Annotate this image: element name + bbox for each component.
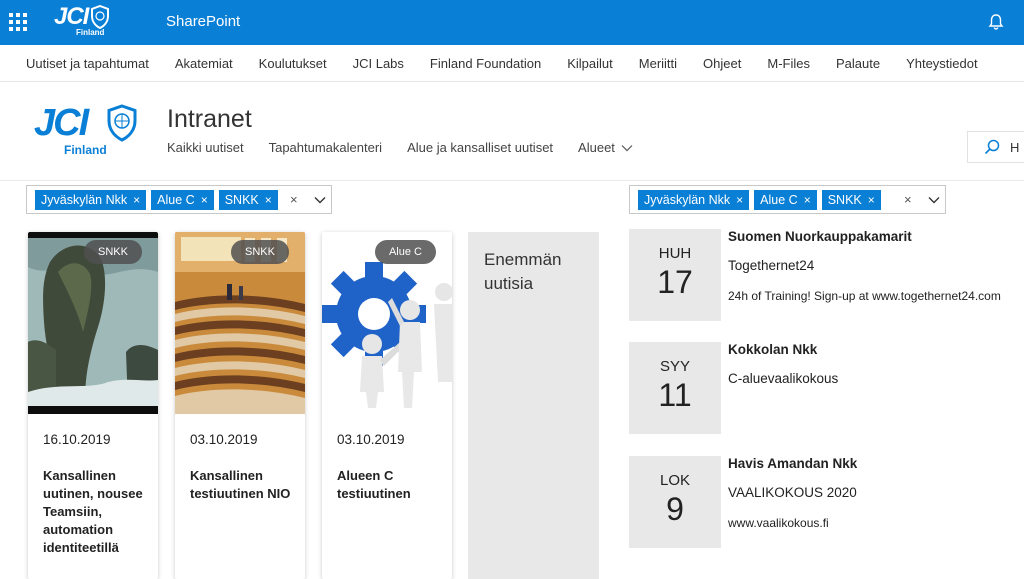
clear-filter-button[interactable]: × bbox=[290, 192, 298, 207]
news-filter-chip-alue-c: Alue C × bbox=[151, 189, 214, 210]
chip-label: Jyväskylän Nkk bbox=[644, 192, 731, 207]
event-item[interactable]: HUH 17 Suomen Nuorkauppakamarit Together… bbox=[629, 229, 1024, 321]
sharepoint-link[interactable]: SharePoint bbox=[166, 13, 240, 30]
search-placeholder: H bbox=[1010, 139, 1020, 155]
hub-nav-kilpailut[interactable]: Kilpailut bbox=[567, 56, 613, 71]
news-filter-chip-jyvaskyla: Jyväskylän Nkk × bbox=[35, 189, 147, 210]
event-item[interactable]: SYY 11 Kokkolan Nkk C-aluevaalikokous bbox=[629, 342, 1024, 434]
chip-label: SNKK bbox=[224, 192, 259, 207]
event-date-box: SYY 11 bbox=[629, 342, 721, 434]
chip-label: SNKK bbox=[827, 192, 862, 207]
chevron-down-icon bbox=[621, 144, 633, 151]
hub-nav-ohjeet[interactable]: Ohjeet bbox=[703, 56, 741, 71]
remove-chip-icon[interactable]: × bbox=[868, 190, 875, 210]
category-badge: Alue C bbox=[374, 240, 436, 264]
hub-navigation: Uutiset ja tapahtumat Akatemiat Koulutuk… bbox=[0, 45, 1024, 82]
shield-icon bbox=[91, 5, 110, 29]
event-month: HUH bbox=[658, 245, 692, 262]
chip-label: Alue C bbox=[760, 192, 798, 207]
chevron-down-icon[interactable] bbox=[928, 196, 940, 204]
event-date-box: HUH 17 bbox=[629, 229, 721, 321]
site-navigation: Kaikki uutiset Tapahtumakalenteri Alue j… bbox=[167, 140, 658, 155]
event-day: 11 bbox=[658, 377, 692, 413]
event-day: 9 bbox=[666, 491, 684, 527]
hub-nav-uutiset[interactable]: Uutiset ja tapahtumat bbox=[26, 56, 149, 71]
news-title[interactable]: Kansallinen testiuutinen NIO bbox=[190, 467, 298, 503]
hub-nav-koulutukset[interactable]: Koulutukset bbox=[259, 56, 327, 71]
news-card[interactable]: Alue C 03.10.2019 Alueen C testiuutinen bbox=[322, 232, 452, 579]
event-title[interactable]: Togethernet24 bbox=[728, 258, 814, 273]
news-filter-chip-snkk: SNKK × bbox=[218, 189, 278, 210]
events-filter-chip-snkk: SNKK × bbox=[821, 189, 881, 210]
hub-nav-finland-foundation[interactable]: Finland Foundation bbox=[430, 56, 541, 71]
event-organizer: Suomen Nuorkauppakamarit bbox=[728, 229, 912, 244]
event-item[interactable]: LOK 9 Havis Amandan Nkk VAALIKOKOUS 2020… bbox=[629, 456, 1024, 548]
events-filter[interactable]: Jyväskylän Nkk × Alue C × SNKK × × bbox=[629, 185, 946, 214]
hub-nav-meriitti[interactable]: Meriitti bbox=[639, 56, 677, 71]
hub-nav-akatemiat[interactable]: Akatemiat bbox=[175, 56, 233, 71]
site-nav-alueet[interactable]: Alueet bbox=[578, 140, 633, 155]
news-date: 03.10.2019 bbox=[337, 432, 405, 447]
search-box[interactable]: H bbox=[967, 131, 1024, 163]
clear-filter-button[interactable]: × bbox=[904, 192, 912, 207]
event-month: LOK bbox=[659, 472, 690, 489]
more-news-label: Enemmän uutisia bbox=[484, 250, 562, 293]
chip-label: Alue C bbox=[157, 192, 195, 207]
events-filter-chip-jyvaskyla: Jyväskylän Nkk × bbox=[638, 189, 750, 210]
event-organizer: Kokkolan Nkk bbox=[728, 342, 818, 357]
category-badge: SNKK bbox=[84, 240, 142, 264]
site-title[interactable]: Intranet bbox=[167, 105, 252, 134]
events-filter-chip-alue-c: Alue C × bbox=[754, 189, 817, 210]
site-nav-kaikki-uutiset[interactable]: Kaikki uutiset bbox=[167, 140, 244, 155]
news-date: 03.10.2019 bbox=[190, 432, 258, 447]
chip-label: Jyväskylän Nkk bbox=[41, 192, 128, 207]
hub-nav-m-files[interactable]: M-Files bbox=[767, 56, 810, 71]
more-news-tile[interactable]: Enemmän uutisia bbox=[468, 232, 599, 579]
news-title[interactable]: Alueen C testiuutinen bbox=[337, 467, 445, 503]
bell-icon[interactable] bbox=[987, 13, 1005, 31]
event-title[interactable]: VAALIKOKOUS 2020 bbox=[728, 485, 857, 500]
hub-nav-yhteystiedot[interactable]: Yhteystiedot bbox=[906, 56, 978, 71]
event-location: 24h of Training! Sign-up at www.together… bbox=[728, 289, 1001, 303]
site-logo-sub: Finland bbox=[64, 143, 107, 157]
remove-chip-icon[interactable]: × bbox=[265, 190, 272, 210]
event-day: 17 bbox=[657, 264, 693, 300]
site-nav-alue-ja-kansalliset[interactable]: Alue ja kansalliset uutiset bbox=[407, 140, 553, 155]
site-logo[interactable]: JCI Finland bbox=[34, 104, 144, 160]
category-badge: SNKK bbox=[231, 240, 289, 264]
event-organizer: Havis Amandan Nkk bbox=[728, 456, 858, 471]
news-filter[interactable]: Jyväskylän Nkk × Alue C × SNKK × × bbox=[26, 185, 332, 214]
chevron-down-icon[interactable] bbox=[314, 196, 326, 204]
hub-nav-palaute[interactable]: Palaute bbox=[836, 56, 880, 71]
news-card[interactable]: SNKK 16.10.2019 Kansallinen uutinen, nou… bbox=[28, 232, 158, 579]
app-launcher-icon[interactable] bbox=[9, 13, 27, 31]
site-logo-text: JCI bbox=[34, 102, 89, 144]
event-title[interactable]: C-aluevaalikokous bbox=[728, 371, 838, 386]
shield-icon bbox=[107, 104, 137, 142]
event-month: SYY bbox=[659, 358, 690, 375]
hub-nav-jci-labs[interactable]: JCI Labs bbox=[353, 56, 404, 71]
remove-chip-icon[interactable]: × bbox=[804, 190, 811, 210]
news-title[interactable]: Kansallinen uutinen, nousee Teamsiin, au… bbox=[43, 467, 151, 557]
search-icon bbox=[984, 139, 1000, 155]
site-nav-tapahtumakalenteri[interactable]: Tapahtumakalenteri bbox=[269, 140, 382, 155]
suite-logo[interactable]: JCI Finland bbox=[54, 3, 110, 38]
remove-chip-icon[interactable]: × bbox=[133, 190, 140, 210]
event-location: www.vaalikokous.fi bbox=[728, 516, 829, 530]
remove-chip-icon[interactable]: × bbox=[201, 190, 208, 210]
event-date-box: LOK 9 bbox=[629, 456, 721, 548]
header-divider bbox=[0, 180, 1024, 181]
suite-logo-text: JCI bbox=[54, 3, 89, 30]
site-nav-alueet-label: Alueet bbox=[578, 140, 615, 155]
suite-bar: JCI Finland SharePoint bbox=[0, 0, 1024, 45]
remove-chip-icon[interactable]: × bbox=[736, 190, 743, 210]
news-date: 16.10.2019 bbox=[43, 432, 111, 447]
suite-logo-sub: Finland bbox=[76, 28, 105, 37]
news-card[interactable]: SNKK 03.10.2019 Kansallinen testiuutinen… bbox=[175, 232, 305, 579]
